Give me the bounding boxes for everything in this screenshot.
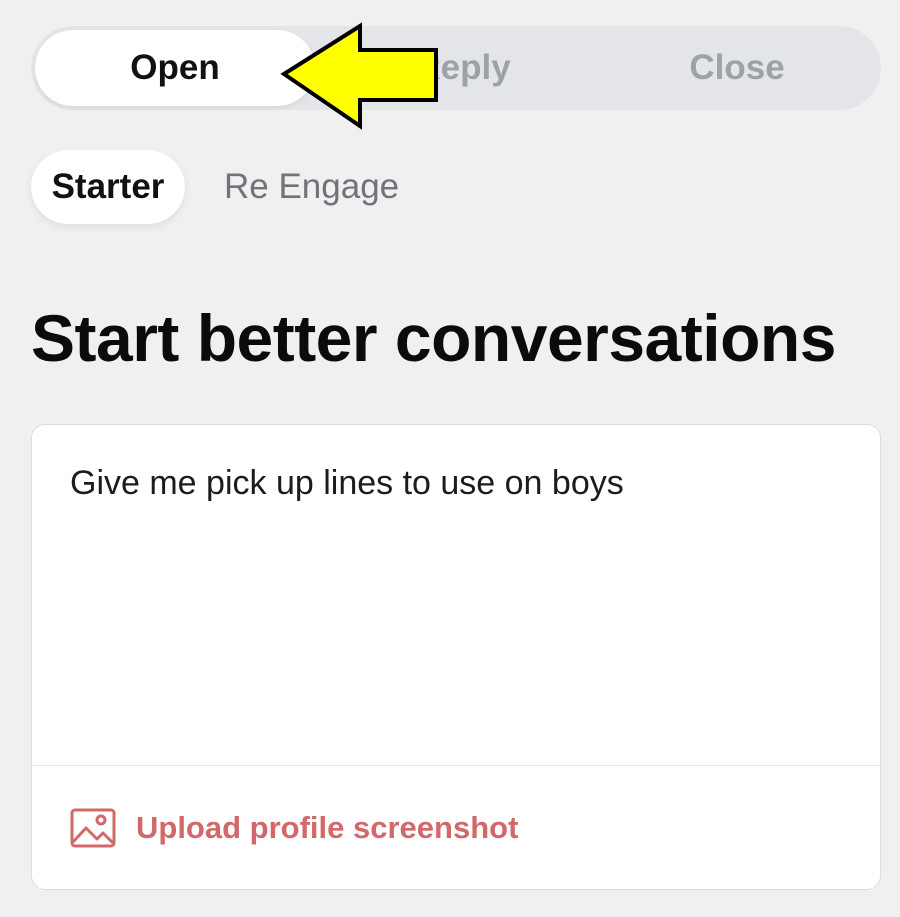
tab-re-engage[interactable]: Re Engage [224,150,399,224]
prompt-input[interactable]: Give me pick up lines to use on boys [70,461,850,505]
tab-close[interactable]: Close [597,30,877,106]
divider [32,765,880,766]
upload-label: Upload profile screenshot [136,810,519,845]
image-icon [70,808,116,848]
page-title: Start better conversations [31,301,836,375]
upload-profile-screenshot-button[interactable]: Upload profile screenshot [70,801,518,855]
tab-starter[interactable]: Starter [31,150,185,224]
prompt-card: Give me pick up lines to use on boys Upl… [31,424,881,890]
yellow-arrow-pointer-icon [280,22,438,130]
mode-segmented-control: Open Reply Close [31,26,881,110]
tab-open[interactable]: Open [35,30,315,106]
